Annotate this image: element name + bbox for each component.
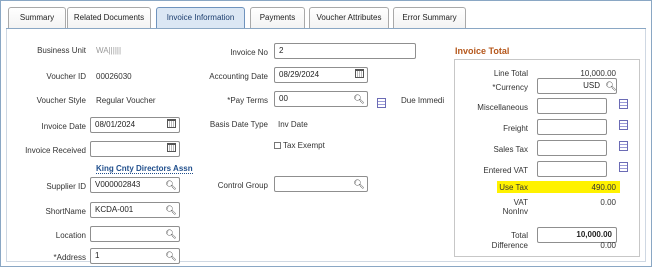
- pay-terms-label: *Pay Terms: [227, 96, 268, 105]
- control-group-label: Control Group: [217, 181, 268, 190]
- search-icon[interactable]: 🔍︎: [605, 79, 617, 93]
- freight-field[interactable]: [537, 119, 607, 135]
- tab-voucher-attributes[interactable]: Voucher Attributes: [309, 7, 389, 28]
- invoice-no-label: Invoice No: [230, 48, 268, 57]
- tax-exempt-label: Tax Exempt: [283, 141, 325, 150]
- voucher-style-label: Voucher Style: [36, 96, 86, 105]
- tab-invoice-information[interactable]: Invoice Information: [156, 7, 245, 29]
- invoice-date-label: Invoice Date: [41, 122, 86, 131]
- use-tax-value: 490.00: [591, 183, 616, 192]
- basis-date-type-value: Inv Date: [278, 120, 308, 129]
- calculator-icon[interactable]: [619, 141, 628, 151]
- tab-payments[interactable]: Payments: [250, 7, 305, 28]
- location-label: Location: [55, 231, 86, 240]
- shortname-label: ShortName: [45, 207, 86, 216]
- business-unit-label: Business Unit: [37, 46, 86, 55]
- checkbox-icon[interactable]: [274, 142, 281, 150]
- calculator-icon[interactable]: [619, 162, 628, 172]
- supplier-name-link[interactable]: King Cnty Directors Assn: [96, 164, 193, 174]
- calculator-icon[interactable]: [377, 98, 386, 108]
- freight-label: Freight: [503, 124, 528, 133]
- vat-label: VAT: [513, 198, 528, 207]
- address-label: *Address: [53, 253, 86, 262]
- calendar-icon[interactable]: [353, 68, 365, 82]
- basis-date-type-label: Basis Date Type: [209, 120, 268, 129]
- voucher-style-value: Regular Voucher: [96, 96, 156, 105]
- calendar-icon[interactable]: [165, 118, 177, 132]
- entered-vat-field[interactable]: [537, 161, 607, 177]
- search-icon[interactable]: 🔍︎: [353, 177, 365, 191]
- accounting-date-label: Accounting Date: [209, 72, 268, 81]
- business-unit-value: WA||||||: [96, 46, 122, 55]
- line-total-label: Line Total: [493, 69, 528, 78]
- voucher-id-label: Voucher ID: [46, 72, 86, 81]
- line-total-value: 10,000.00: [580, 69, 616, 78]
- search-icon[interactable]: 🔍︎: [165, 249, 177, 263]
- search-icon[interactable]: 🔍︎: [353, 92, 365, 106]
- vat-value: 0.00: [600, 198, 616, 207]
- search-icon[interactable]: 🔍︎: [165, 178, 177, 192]
- tab-error-summary[interactable]: Error Summary: [393, 7, 466, 28]
- voucher-id-value: 00026030: [96, 72, 132, 81]
- tab-summary[interactable]: Summary: [8, 7, 66, 28]
- supplier-id-label: Supplier ID: [46, 182, 86, 191]
- sales-tax-label: Sales Tax: [493, 145, 528, 154]
- tab-related-documents[interactable]: Related Documents: [67, 7, 151, 28]
- miscellaneous-field[interactable]: [537, 98, 607, 114]
- difference-value: 0.00: [600, 241, 616, 250]
- calculator-icon[interactable]: [619, 99, 628, 109]
- difference-label: Difference: [491, 241, 528, 250]
- total-label: Total: [511, 231, 528, 240]
- currency-label: *Currency: [492, 83, 528, 92]
- search-icon[interactable]: 🔍︎: [165, 227, 177, 241]
- tax-exempt-checkbox[interactable]: Tax Exempt: [274, 141, 325, 150]
- calculator-icon[interactable]: [619, 120, 628, 130]
- use-tax-label: Use Tax: [499, 183, 528, 192]
- search-icon[interactable]: 🔍︎: [165, 203, 177, 217]
- calendar-icon[interactable]: [165, 142, 177, 156]
- entered-vat-label: Entered VAT: [483, 166, 528, 175]
- noninv-label: NonInv: [502, 207, 528, 216]
- tab-bar: Summary Related Documents Invoice Inform…: [0, 0, 652, 29]
- invoice-no-field[interactable]: 2: [274, 43, 416, 59]
- sales-tax-field[interactable]: [537, 140, 607, 156]
- invoice-total-title: Invoice Total: [455, 46, 510, 56]
- miscellaneous-label: Miscellaneous: [477, 103, 528, 112]
- pay-terms-description: Due Immedi: [401, 96, 445, 105]
- invoice-received-label: Invoice Received: [25, 146, 86, 155]
